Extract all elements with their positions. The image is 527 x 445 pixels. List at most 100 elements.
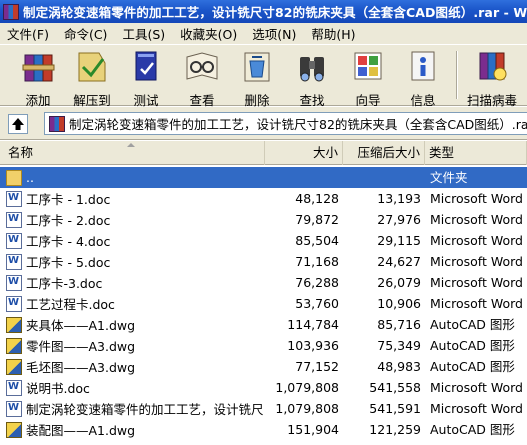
file-row[interactable]: 工艺过程卡.doc 53,760 10,906 Microsoft Word xyxy=(0,293,527,314)
address-field[interactable]: 制定涡轮变速箱零件的加工工艺，设计铣尺寸82的铣床夹具（全套含CAD图纸）.ra… xyxy=(44,112,527,135)
file-row[interactable]: 装配图——A1.dwg 151,904 121,259 AutoCAD 图形 xyxy=(0,419,527,440)
extract-to-button[interactable]: 解压到 xyxy=(66,47,118,108)
file-name: 工序卡-3.doc xyxy=(26,276,103,291)
file-name-cell: 工序卡 - 5.doc xyxy=(6,251,264,272)
toolbar: 添加 解压到 测试 查看 删除 查找 向导 信息 扫描病毒 xyxy=(0,44,527,108)
word-doc-icon xyxy=(6,211,22,228)
file-name-cell: 装配图——A1.dwg xyxy=(6,419,264,440)
add-books-icon xyxy=(22,54,55,82)
add-button[interactable]: 添加 xyxy=(12,47,64,108)
file-size: 53,760 xyxy=(295,296,339,311)
file-name: 制定涡轮变速箱零件的加工工艺，设计铣尺... xyxy=(26,402,264,417)
file-row[interactable]: 工序卡 - 2.doc 79,872 27,976 Microsoft Word xyxy=(0,209,527,230)
view-button[interactable]: 查看 xyxy=(176,47,228,108)
file-row[interactable]: 工序卡 - 5.doc 71,168 24,627 Microsoft Word xyxy=(0,251,527,272)
menu-commands[interactable]: 命令(C) xyxy=(59,24,112,43)
file-type: AutoCAD 图形 xyxy=(430,317,515,332)
file-name: 说明书.doc xyxy=(26,381,90,396)
file-row[interactable]: 工序卡 - 1.doc 48,128 13,193 Microsoft Word xyxy=(0,188,527,209)
file-type: AutoCAD 图形 xyxy=(430,338,515,353)
word-doc-icon xyxy=(6,253,22,270)
file-name-cell: 毛坯图——A3.dwg xyxy=(6,356,264,377)
file-name: 工序卡 - 2.doc xyxy=(26,213,111,228)
menu-favorites[interactable]: 收藏夹(O) xyxy=(175,24,242,43)
file-type: Microsoft Word xyxy=(430,191,523,206)
folder-up-icon xyxy=(6,169,22,186)
file-name-cell: 零件图——A3.dwg xyxy=(6,335,264,356)
file-type: Microsoft Word xyxy=(430,254,523,269)
scan-virus-icon xyxy=(479,52,507,81)
column-header: 名称 大小 压缩后大小 类型 xyxy=(0,141,527,165)
file-row[interactable]: 工序卡 - 4.doc 85,504 29,115 Microsoft Word xyxy=(0,230,527,251)
word-doc-icon xyxy=(6,232,22,249)
test-button[interactable]: 测试 xyxy=(120,47,172,108)
file-name: 毛坯图——A3.dwg xyxy=(26,360,136,375)
column-header-packed[interactable]: 压缩后大小 xyxy=(343,141,425,165)
info-icon xyxy=(411,51,435,81)
autocad-dwg-icon xyxy=(6,421,22,438)
up-arrow-icon xyxy=(12,118,24,130)
up-folder-button[interactable] xyxy=(8,114,28,134)
file-packed-size: 29,115 xyxy=(377,233,421,248)
file-name: 工序卡 - 4.doc xyxy=(26,234,111,249)
delete-icon xyxy=(244,52,270,82)
view-glasses-icon xyxy=(186,52,218,80)
file-size: 114,784 xyxy=(287,317,339,332)
delete-button[interactable]: 删除 xyxy=(231,47,283,108)
toolbar-separator xyxy=(456,51,458,99)
file-packed-size: 26,079 xyxy=(377,275,421,290)
file-packed-size: 24,627 xyxy=(377,254,421,269)
file-type: Microsoft Word xyxy=(430,380,523,395)
file-size: 79,872 xyxy=(295,212,339,227)
file-row[interactable]: 制定涡轮变速箱零件的加工工艺，设计铣尺... 1,079,808 541,591 Mi… xyxy=(0,398,527,419)
file-name-cell: 说明书.doc xyxy=(6,377,264,398)
file-name-cell: 夹具体——A1.dwg xyxy=(6,314,264,335)
autocad-dwg-icon xyxy=(6,358,22,375)
file-row[interactable]: 夹具体——A1.dwg 114,784 85,716 AutoCAD 图形 xyxy=(0,314,527,335)
file-size: 71,168 xyxy=(295,254,339,269)
wizard-button[interactable]: 向导 xyxy=(342,47,394,108)
file-type: Microsoft Word xyxy=(430,275,523,290)
file-name-cell: 制定涡轮变速箱零件的加工工艺，设计铣尺... xyxy=(6,398,264,419)
scan-virus-button[interactable]: 扫描病毒 xyxy=(462,47,522,108)
column-header-type[interactable]: 类型 xyxy=(425,141,527,165)
menu-help[interactable]: 帮助(H) xyxy=(306,24,360,43)
file-row[interactable]: .. 文件夹 xyxy=(0,167,527,188)
file-name-cell: 工序卡 - 4.doc xyxy=(6,230,264,251)
file-type: AutoCAD 图形 xyxy=(430,422,515,437)
file-name: .. xyxy=(26,170,34,185)
file-name: 工艺过程卡.doc xyxy=(26,297,115,312)
file-packed-size: 27,976 xyxy=(377,212,421,227)
sort-ascending-icon xyxy=(127,143,135,147)
menu-options[interactable]: 选项(N) xyxy=(247,24,301,43)
file-row[interactable]: 说明书.doc 1,079,808 541,558 Microsoft Word xyxy=(0,377,527,398)
wizard-icon xyxy=(354,52,382,80)
find-button[interactable]: 查找 xyxy=(286,47,338,108)
find-binoculars-icon xyxy=(300,57,324,82)
column-header-size[interactable]: 大小 xyxy=(265,141,343,165)
file-name-cell: 工序卡-3.doc xyxy=(6,272,264,293)
file-name-cell: 工序卡 - 2.doc xyxy=(6,209,264,230)
word-doc-icon xyxy=(6,295,22,312)
test-book-icon xyxy=(135,51,157,81)
word-doc-icon xyxy=(6,379,22,396)
file-size: 48,128 xyxy=(295,191,339,206)
file-row[interactable]: 工序卡-3.doc 76,288 26,079 Microsoft Word xyxy=(0,272,527,293)
file-packed-size: 13,193 xyxy=(377,191,421,206)
autocad-dwg-icon xyxy=(6,316,22,333)
file-packed-size: 541,558 xyxy=(369,380,421,395)
window-title: 制定涡轮变速箱零件的加工工艺，设计铣尺寸82的铣床夹具（全套含CAD图纸）.ra… xyxy=(23,5,527,20)
winrar-app-icon[interactable] xyxy=(3,3,19,20)
file-type: Microsoft Word xyxy=(430,233,523,248)
file-row[interactable]: 毛坯图——A3.dwg 77,152 48,983 AutoCAD 图形 xyxy=(0,356,527,377)
file-packed-size: 85,716 xyxy=(377,317,421,332)
file-packed-size: 121,259 xyxy=(369,422,421,437)
menu-tools[interactable]: 工具(S) xyxy=(117,24,170,43)
file-type: Microsoft Word xyxy=(430,212,523,227)
menu-file[interactable]: 文件(F) xyxy=(2,24,54,43)
info-button[interactable]: 信息 xyxy=(397,47,449,108)
file-row[interactable]: 零件图——A3.dwg 103,936 75,349 AutoCAD 图形 xyxy=(0,335,527,356)
file-size: 1,079,808 xyxy=(275,380,339,395)
word-doc-icon xyxy=(6,400,22,417)
file-size: 151,904 xyxy=(287,422,339,437)
